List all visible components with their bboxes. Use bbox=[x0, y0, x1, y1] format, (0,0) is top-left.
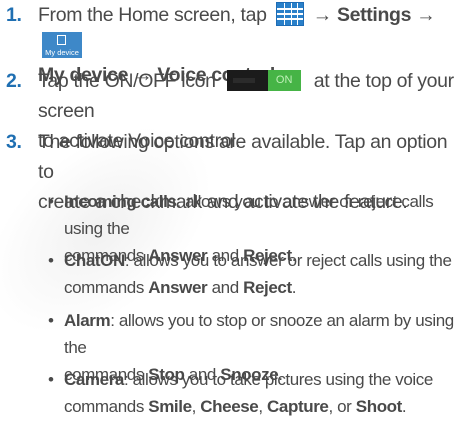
option-desc: commands bbox=[64, 397, 149, 416]
step-text: From the Home screen, tap bbox=[38, 4, 267, 26]
bullet-dot: • bbox=[48, 192, 54, 211]
period: . bbox=[401, 397, 407, 416]
on-off-toggle-icon: ON bbox=[226, 70, 301, 91]
option-term: ChatON bbox=[64, 251, 125, 270]
step-number: 3. bbox=[6, 131, 22, 153]
arrow: → bbox=[416, 4, 436, 26]
arrow: → bbox=[312, 4, 333, 26]
option-desc: : allows you to take pictures using the … bbox=[123, 370, 433, 389]
option-camera: • Camera: allows you to take pictures us… bbox=[48, 366, 466, 420]
toggle-on-label: ON bbox=[267, 70, 301, 91]
instruction-page: 1. From the Home screen, tap → Settings … bbox=[0, 0, 472, 425]
command: Answer bbox=[148, 278, 208, 297]
my-device-icon: My device bbox=[42, 32, 82, 58]
option-term: Incoming calls bbox=[64, 192, 177, 211]
option-chaton: • ChatON: allows you to answer or reject… bbox=[48, 247, 466, 301]
option-desc: commands bbox=[64, 278, 149, 297]
option-term: Alarm bbox=[64, 311, 111, 330]
bullet-dot: • bbox=[48, 370, 54, 389]
bullet-dot: • bbox=[48, 251, 54, 270]
option-term: Camera bbox=[64, 370, 124, 389]
option-desc: : allows you to stop or snooze an alarm … bbox=[64, 311, 454, 357]
step-number: 1. bbox=[6, 4, 22, 26]
settings-label: Settings bbox=[336, 4, 412, 26]
period: . bbox=[291, 278, 297, 297]
bullet-dot: • bbox=[48, 311, 54, 330]
step-text: Tap the ON/OFF icon bbox=[38, 70, 216, 92]
command: Smile bbox=[148, 397, 192, 416]
step-text: The following options are available. Tap… bbox=[38, 131, 448, 183]
command: Reject bbox=[243, 278, 292, 297]
option-desc: : allows you to answer or reject calls u… bbox=[124, 251, 452, 270]
option-desc: and bbox=[207, 278, 244, 297]
apps-grid-icon bbox=[275, 2, 304, 26]
option-desc: , or bbox=[328, 397, 356, 416]
command: Capture bbox=[267, 397, 329, 416]
command: Cheese bbox=[200, 397, 259, 416]
command: Shoot bbox=[355, 397, 403, 416]
my-device-icon-label: My device bbox=[45, 48, 79, 57]
step-number: 2. bbox=[6, 70, 22, 92]
option-desc: , bbox=[258, 397, 268, 416]
option-desc: , bbox=[191, 397, 201, 416]
